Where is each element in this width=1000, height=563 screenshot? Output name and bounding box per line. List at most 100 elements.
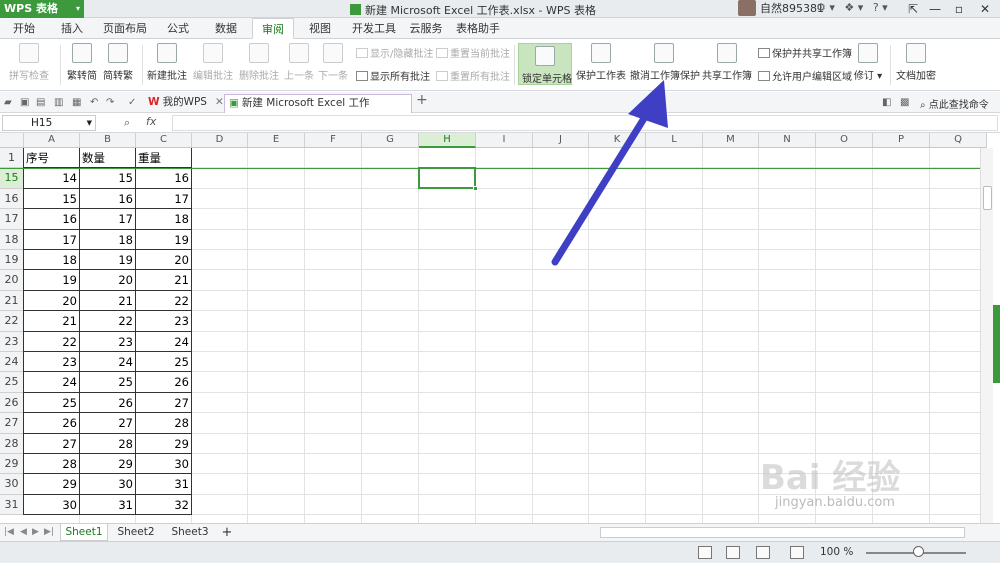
table-cell[interactable]: 30 — [24, 495, 80, 515]
page-break-view-icon[interactable] — [726, 546, 740, 559]
settings-icon[interactable]: ⚙ — [816, 1, 826, 14]
table-cell[interactable]: 27 — [80, 413, 136, 433]
header-cell[interactable]: 序号 — [24, 148, 80, 168]
table-cell[interactable]: 24 — [24, 372, 80, 392]
table-cell[interactable]: 18 — [136, 209, 192, 229]
name-box[interactable]: H15 ▼ — [2, 115, 96, 131]
undo-icon[interactable]: ↶ — [90, 97, 101, 108]
tab-page-layout[interactable]: 页面布局 — [100, 18, 150, 39]
table-cell[interactable]: 32 — [136, 495, 192, 515]
table-cell[interactable]: 16 — [24, 209, 80, 229]
tab-cloud[interactable]: 云服务 — [406, 18, 446, 39]
spell-check-button[interactable]: 拼写检查 — [4, 43, 54, 82]
table-cell[interactable]: 27 — [24, 434, 80, 454]
column-header[interactable]: H — [419, 133, 476, 148]
column-header[interactable]: I — [476, 133, 533, 148]
table-cell[interactable]: 25 — [24, 393, 80, 413]
row-header[interactable]: 20 — [0, 270, 24, 291]
row-header[interactable]: 26 — [0, 392, 24, 414]
table-cell[interactable]: 31 — [80, 495, 136, 515]
sheet-tab-2[interactable]: Sheet2 — [112, 524, 160, 541]
row-header[interactable]: 1 — [0, 148, 24, 169]
row-header[interactable]: 18 — [0, 229, 24, 250]
row-header[interactable]: 15 — [0, 168, 24, 189]
add-sheet-icon[interactable]: + — [218, 524, 236, 541]
side-panel-toggle[interactable] — [993, 305, 1000, 383]
header-cell[interactable]: 数量 — [80, 148, 136, 168]
chevron-down-icon[interactable]: ▾ — [858, 1, 864, 14]
column-header[interactable]: C — [136, 133, 192, 148]
table-cell[interactable]: 27 — [136, 393, 192, 413]
row-header[interactable]: 28 — [0, 433, 24, 454]
table-cell[interactable]: 26 — [80, 393, 136, 413]
column-header[interactable]: E — [248, 133, 305, 148]
edit-comment-button[interactable]: 编辑批注 — [192, 43, 234, 82]
table-cell[interactable]: 16 — [136, 168, 192, 188]
normal-view-icon[interactable] — [698, 546, 712, 559]
simp-to-trad-button[interactable]: 简转繁 — [102, 43, 134, 82]
row-header[interactable]: 21 — [0, 290, 24, 312]
table-cell[interactable]: 26 — [24, 413, 80, 433]
table-cell[interactable]: 29 — [24, 474, 80, 494]
row-header[interactable]: 16 — [0, 188, 24, 210]
share-workbook-button[interactable]: 共享工作簿 — [702, 43, 752, 82]
redo-icon[interactable]: ↷ — [106, 97, 117, 108]
last-sheet-icon[interactable]: ▶| — [44, 527, 54, 537]
chevron-down-icon[interactable]: ▾ — [882, 1, 888, 14]
open-icon[interactable]: ▰ — [4, 97, 15, 108]
minimize-button[interactable]: — — [922, 0, 948, 18]
export-icon[interactable]: ▤ — [36, 97, 47, 108]
protect-share-workbook-button[interactable]: 保护并共享工作簿 — [758, 45, 852, 60]
table-cell[interactable]: 23 — [80, 332, 136, 352]
chevron-down-icon[interactable]: ▾ — [829, 1, 835, 14]
next-comment-button[interactable]: 下一条 — [318, 43, 348, 82]
table-cell[interactable]: 23 — [24, 352, 80, 372]
column-header[interactable]: K — [589, 133, 646, 148]
column-header[interactable]: F — [305, 133, 362, 148]
sheet-tab-3[interactable]: Sheet3 — [164, 524, 216, 541]
scroll-thumb[interactable] — [983, 186, 992, 210]
table-cell[interactable]: 22 — [80, 311, 136, 331]
table-cell[interactable]: 20 — [24, 291, 80, 311]
column-header[interactable]: A — [24, 133, 80, 148]
table-cell[interactable]: 15 — [24, 189, 80, 209]
allow-edit-ranges-button[interactable]: 允许用户编辑区域 — [758, 68, 852, 83]
table-cell[interactable]: 15 — [80, 168, 136, 188]
table-cell[interactable]: 22 — [24, 332, 80, 352]
table-cell[interactable]: 18 — [80, 230, 136, 250]
skin-icon[interactable]: ❖ — [844, 1, 854, 14]
table-cell[interactable]: 29 — [136, 434, 192, 454]
table-cell[interactable]: 25 — [136, 352, 192, 372]
unprotect-workbook-button[interactable]: 撤消工作簿保护 — [630, 43, 700, 82]
row-header[interactable]: 29 — [0, 454, 24, 475]
row-header[interactable]: 25 — [0, 372, 24, 393]
user-account[interactable]: 自然895381 — [738, 0, 824, 18]
table-cell[interactable]: 19 — [136, 230, 192, 250]
close-tab-icon[interactable]: ✕ — [215, 96, 224, 108]
table-cell[interactable]: 21 — [24, 311, 80, 331]
page-layout-view-icon[interactable] — [756, 546, 770, 559]
table-cell[interactable]: 23 — [136, 311, 192, 331]
tab-data[interactable]: 数据 — [206, 18, 246, 39]
show-hide-comment-button[interactable]: 显示/隐藏批注 — [356, 45, 433, 60]
save-icon[interactable]: ▣ — [20, 97, 31, 108]
table-cell[interactable]: 20 — [136, 250, 192, 270]
table-cell[interactable]: 25 — [80, 372, 136, 392]
help-icon[interactable]: ? — [873, 1, 879, 14]
table-cell[interactable]: 18 — [24, 250, 80, 270]
horizontal-scrollbar[interactable] — [600, 527, 965, 538]
vertical-scrollbar[interactable] — [980, 148, 993, 523]
table-cell[interactable]: 30 — [136, 454, 192, 474]
select-all-corner[interactable] — [0, 133, 24, 148]
table-cell[interactable]: 17 — [80, 209, 136, 229]
sheet-tab-1[interactable]: Sheet1 — [60, 524, 108, 541]
row-header[interactable]: 24 — [0, 352, 24, 373]
table-cell[interactable]: 24 — [80, 352, 136, 372]
column-header[interactable]: N — [759, 133, 816, 148]
customize-icon[interactable]: ✓ — [128, 97, 139, 108]
table-cell[interactable]: 19 — [80, 250, 136, 270]
table-cell[interactable]: 22 — [136, 291, 192, 311]
first-sheet-icon[interactable]: |◀ — [4, 527, 14, 537]
column-header[interactable]: O — [816, 133, 873, 148]
restore-icon[interactable]: ▩ — [900, 97, 911, 108]
